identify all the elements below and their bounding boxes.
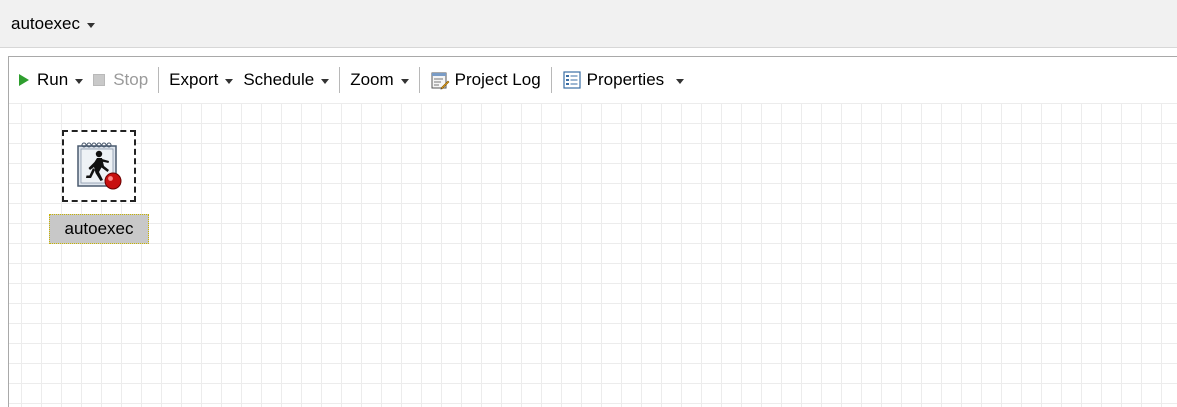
zoom-button[interactable]: Zoom	[345, 65, 413, 95]
toolbar-separator	[418, 67, 420, 93]
running-man-program-icon	[77, 142, 122, 190]
run-button[interactable]: Run	[14, 65, 88, 95]
app-window: autoexec Run Stop Export Schedule Zoom P…	[0, 0, 1177, 407]
stop-button[interactable]: Stop	[88, 65, 153, 95]
zoom-label: Zoom	[350, 70, 394, 89]
chevron-down-icon	[676, 78, 685, 84]
properties-button[interactable]: Properties	[557, 65, 669, 95]
chevron-down-icon	[225, 78, 234, 84]
process-flow-canvas[interactable]: autoexec	[9, 103, 1177, 407]
schedule-button[interactable]: Schedule	[238, 65, 334, 95]
project-log-button[interactable]: Project Log	[425, 65, 546, 95]
export-button[interactable]: Export	[164, 65, 238, 95]
chevron-down-icon	[87, 22, 95, 28]
export-label: Export	[169, 70, 219, 89]
chevron-down-icon[interactable]	[75, 78, 84, 84]
stop-label: Stop	[113, 70, 149, 89]
title-bar: autoexec	[0, 0, 1177, 48]
play-icon	[19, 74, 29, 86]
toolbar: Run Stop Export Schedule Zoom Project Lo…	[9, 57, 1177, 103]
stop-icon	[93, 74, 106, 86]
chevron-down-icon	[400, 78, 409, 84]
chevron-down-icon	[321, 78, 330, 84]
schedule-label: Schedule	[243, 70, 315, 89]
project-log-icon	[431, 72, 450, 90]
properties-icon	[563, 71, 581, 89]
window-title: autoexec	[11, 14, 80, 33]
toolbar-overflow-button[interactable]	[669, 65, 689, 95]
run-label: Run	[37, 70, 69, 89]
node-label[interactable]: autoexec	[49, 214, 149, 244]
project-log-label: Project Log	[454, 70, 541, 89]
process-flow-panel: Run Stop Export Schedule Zoom Project Lo…	[8, 56, 1177, 407]
toolbar-separator	[158, 67, 160, 93]
toolbar-separator	[550, 67, 552, 93]
title-dropdown[interactable]: autoexec	[11, 11, 95, 37]
toolbar-separator	[339, 67, 341, 93]
node-selection-box[interactable]	[62, 130, 136, 202]
properties-label: Properties	[586, 70, 665, 89]
